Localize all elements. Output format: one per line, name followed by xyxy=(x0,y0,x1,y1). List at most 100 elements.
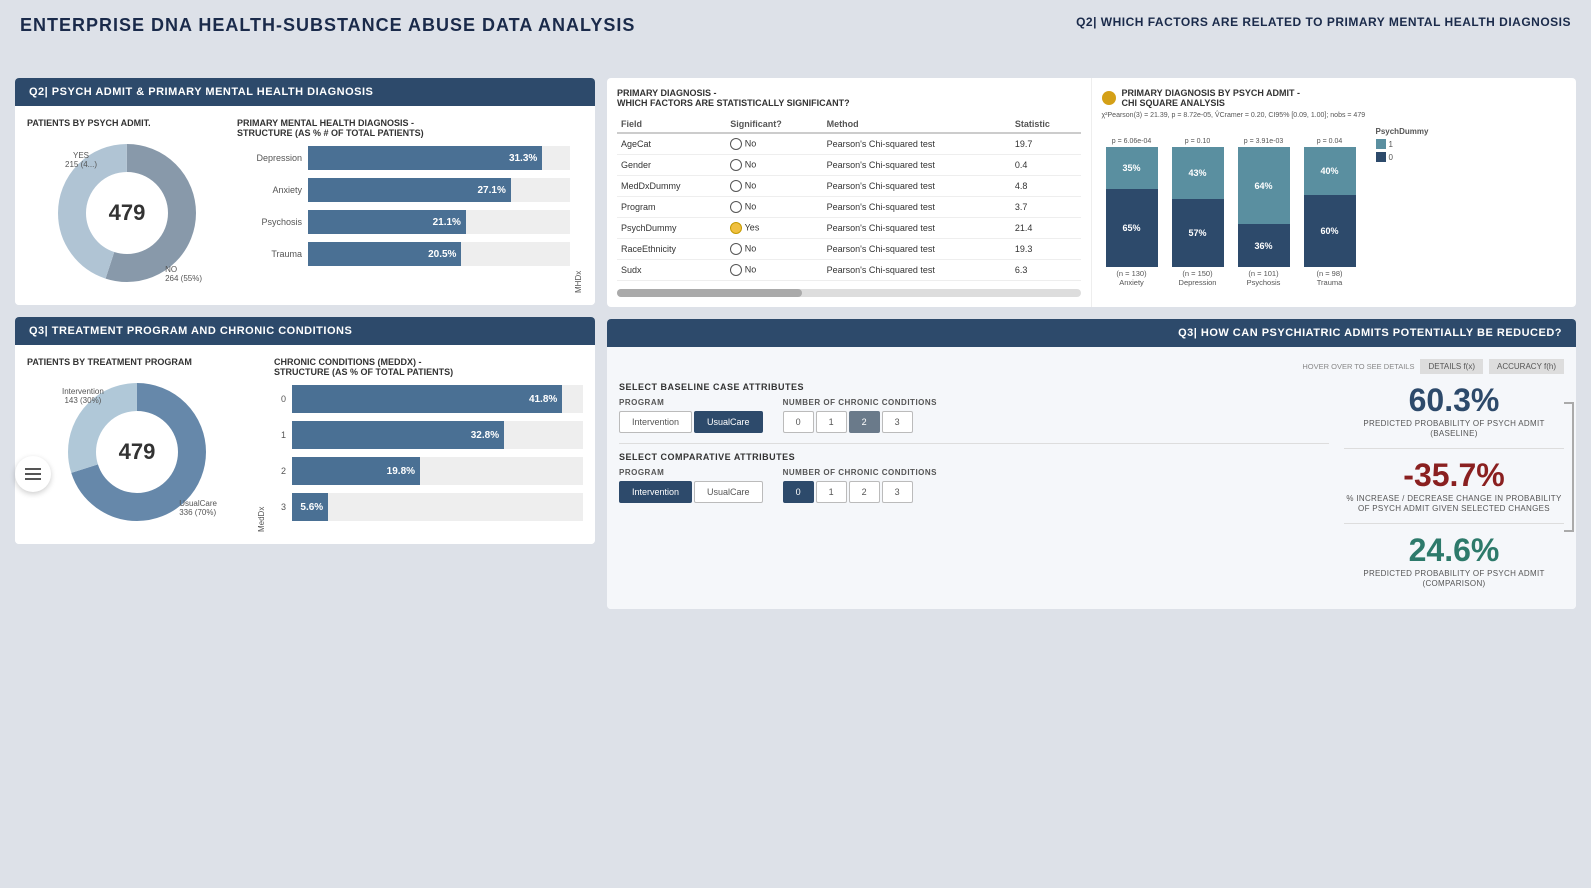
stat-cell: 21.4 xyxy=(1011,218,1081,239)
baseline-cond-0[interactable]: 0 xyxy=(783,411,814,433)
comparative-title: SELECT COMPARATIVE ATTRIBUTES xyxy=(619,452,1329,462)
hbar-track: 5.6% xyxy=(292,493,583,521)
chi-bar-label: (n = 130) xyxy=(1116,269,1146,278)
comparative-cond-3[interactable]: 3 xyxy=(882,481,913,503)
hbar-row-1: 1 32.8% xyxy=(274,421,583,449)
q3-left-header: Q3| TREATMENT PROGRAM AND CHRONIC CONDIT… xyxy=(15,317,595,345)
q2-bar-section: PRIMARY MENTAL HEALTH DIAGNOSIS -STRUCTU… xyxy=(237,118,570,293)
comparative-usualcare-btn[interactable]: UsualCare xyxy=(694,481,763,503)
stat-cell: 4.8 xyxy=(1011,176,1081,197)
bar-row-0: Depression 31.3% xyxy=(237,146,570,170)
chi-bar-label: (n = 150) xyxy=(1182,269,1212,278)
table-head: Field Significant? Method Statistic xyxy=(617,116,1081,133)
col-method: Method xyxy=(823,116,1011,133)
comparative-intervention-btn[interactable]: Intervention xyxy=(619,481,692,503)
pred-divider2 xyxy=(1344,523,1564,524)
sig-cell: No xyxy=(726,197,822,218)
hbar-label: 3 xyxy=(274,502,286,512)
scroll-bar[interactable] xyxy=(617,289,1081,297)
q3-left-body: PATIENTS BY TREATMENT PROGRAM 479 xyxy=(15,345,595,544)
hbar-fill: 19.8% xyxy=(292,457,420,485)
table-title: PRIMARY DIAGNOSIS -WHICH FACTORS ARE STA… xyxy=(617,88,1081,108)
hbar-label: 1 xyxy=(274,430,286,440)
baseline-usualcare-btn[interactable]: UsualCare xyxy=(694,411,763,433)
table-row: Program No Pearson's Chi-squared test 3.… xyxy=(617,197,1081,218)
sig-circle xyxy=(730,138,742,150)
comparative-program-group: PROGRAM Intervention UsualCare xyxy=(619,468,763,503)
q3-donut-title: PATIENTS BY TREATMENT PROGRAM xyxy=(27,357,247,367)
bar-row-1: Anxiety 27.1% xyxy=(237,178,570,202)
hbar-row-2: 2 19.8% xyxy=(274,457,583,485)
baseline-prediction: 60.3% PREDICTED PROBABILITY OF PSYCH ADM… xyxy=(1344,382,1564,440)
baseline-intervention-btn[interactable]: Intervention xyxy=(619,411,692,433)
comparative-cond-2[interactable]: 2 xyxy=(849,481,880,503)
change-prediction: -35.7% % INCREASE / DECREASE CHANGE IN P… xyxy=(1344,457,1564,515)
chi-legend: PsychDummy 1 0 xyxy=(1376,127,1429,165)
hbar-value: 5.6% xyxy=(300,502,323,513)
hbar-fill: 32.8% xyxy=(292,421,504,449)
baseline-conditions-group: NUMBER OF CHRONIC CONDITIONS 0 1 2 3 xyxy=(783,398,937,433)
sig-circle xyxy=(730,201,742,213)
comparative-cond-0[interactable]: 0 xyxy=(783,481,814,503)
baseline-cond-3[interactable]: 3 xyxy=(882,411,913,433)
seg-bot: 60% xyxy=(1304,195,1356,267)
table-row: MedDxDummy No Pearson's Chi-squared test… xyxy=(617,176,1081,197)
stat-cell: 6.3 xyxy=(1011,260,1081,281)
bar-fill: 21.1% xyxy=(308,210,466,234)
comparative-conditions-group: NUMBER OF CHRONIC CONDITIONS 0 1 2 3 xyxy=(783,468,937,503)
bar-fill: 27.1% xyxy=(308,178,511,202)
donut-center: 479 xyxy=(109,200,146,226)
baseline-conditions-btns: 0 1 2 3 xyxy=(783,411,937,433)
method-cell: Pearson's Chi-squared test xyxy=(823,239,1011,260)
accuracy-button[interactable]: ACCURACY f(h) xyxy=(1489,359,1564,374)
prediction-values: 60.3% PREDICTED PROBABILITY OF PSYCH ADM… xyxy=(1344,382,1564,597)
q3-donut: 479 Intervention143 (30%) UsualCare336 (… xyxy=(57,372,217,532)
col-statistic: Statistic xyxy=(1011,116,1081,133)
attributes-container: SELECT BASELINE CASE ATTRIBUTES PROGRAM … xyxy=(619,382,1329,597)
table-body: AgeCat No Pearson's Chi-squared test 19.… xyxy=(617,133,1081,281)
legend-label: 0 xyxy=(1389,153,1393,162)
method-cell: Pearson's Chi-squared test xyxy=(823,176,1011,197)
comparison-label: PREDICTED PROBABILITY OF PSYCH ADMIT (CO… xyxy=(1344,569,1564,590)
bar-value: 21.1% xyxy=(433,217,461,228)
baseline-label: PREDICTED PROBABILITY OF PSYCH ADMIT (BA… xyxy=(1344,419,1564,440)
p-value-label: p = 0.10 xyxy=(1185,138,1211,145)
meddx-axis-label: MedDx xyxy=(257,357,266,532)
chi-square-section: PRIMARY DIAGNOSIS BY PSYCH ADMIT - CHI S… xyxy=(1092,78,1577,307)
baseline-program-btns: Intervention UsualCare xyxy=(619,411,763,433)
table-row: Sudx No Pearson's Chi-squared test 6.3 xyxy=(617,260,1081,281)
seg-bot: 57% xyxy=(1172,199,1224,267)
chi-bar-group-3: p = 0.04 40% 60% (n = 98) Trauma xyxy=(1300,138,1360,287)
bar-track: 31.3% xyxy=(308,146,570,170)
details-button[interactable]: DETAILS f(x) xyxy=(1420,359,1483,374)
method-cell: Pearson's Chi-squared test xyxy=(823,218,1011,239)
baseline-cond-2[interactable]: 2 xyxy=(849,411,880,433)
table-row: AgeCat No Pearson's Chi-squared test 19.… xyxy=(617,133,1081,155)
field-cell: PsychDummy xyxy=(617,218,726,239)
p-value-label: p = 0.04 xyxy=(1317,138,1343,145)
stacked-bar: 64% 36% xyxy=(1238,147,1290,267)
bar-label: Psychosis xyxy=(237,217,302,227)
q2-right-body: PRIMARY DIAGNOSIS -WHICH FACTORS ARE STA… xyxy=(607,78,1576,307)
change-label: % INCREASE / DECREASE CHANGE IN PROBABIL… xyxy=(1344,494,1564,515)
legend-item-0: 1 xyxy=(1376,139,1429,149)
baseline-program-group: PROGRAM Intervention UsualCare xyxy=(619,398,763,433)
baseline-pct: 60.3% xyxy=(1344,382,1564,419)
hbar-fill: 5.6% xyxy=(292,493,328,521)
hbar-label: 2 xyxy=(274,466,286,476)
donut-yes-label: YES215 (4...) xyxy=(65,151,97,169)
baseline-cond-1[interactable]: 1 xyxy=(816,411,847,433)
col-field: Field xyxy=(617,116,726,133)
chi-bar-sublabel: Psychosis xyxy=(1247,278,1281,287)
method-cell: Pearson's Chi-squared test xyxy=(823,133,1011,155)
stat-cell: 0.4 xyxy=(1011,155,1081,176)
donut-intervention-label: Intervention143 (30%) xyxy=(62,387,104,405)
menu-button[interactable] xyxy=(15,456,51,492)
chi-bar-sublabel: Trauma xyxy=(1317,278,1343,287)
comparative-conditions-label: NUMBER OF CHRONIC CONDITIONS xyxy=(783,468,937,477)
hbar-value: 32.8% xyxy=(471,430,499,441)
stat-table: Field Significant? Method Statistic AgeC… xyxy=(617,116,1081,281)
chi-bar-sublabel: Depression xyxy=(1179,278,1217,287)
baseline-program-label: PROGRAM xyxy=(619,398,763,407)
comparative-cond-1[interactable]: 1 xyxy=(816,481,847,503)
